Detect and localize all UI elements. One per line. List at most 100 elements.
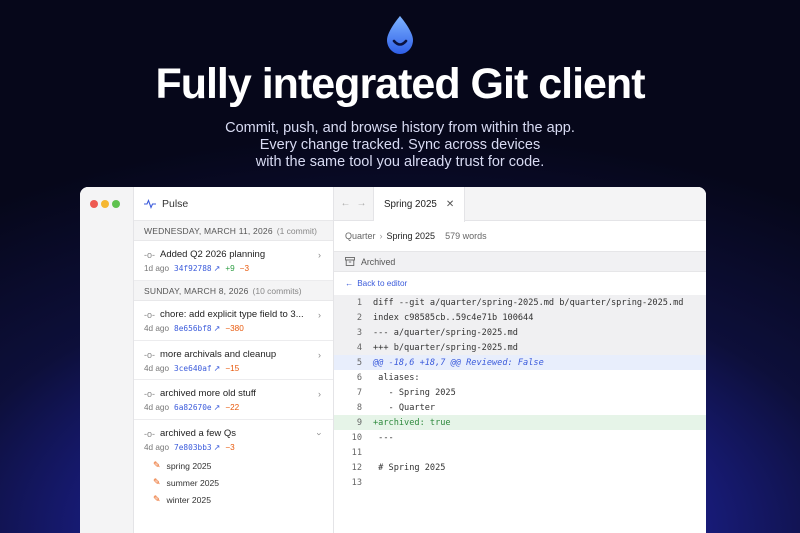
archive-icon (345, 257, 355, 266)
group-date: SUNDAY, MARCH 8, 2026 (144, 285, 249, 296)
commit-title: Added Q2 2026 planning (160, 249, 266, 260)
diff-line: 5 @@ -18,6 +18,7 @@ Reviewed: False (334, 355, 706, 370)
back-label: Back to editor (357, 278, 408, 288)
line-number: 1 (356, 297, 362, 308)
tab-label: Spring 2025 (384, 199, 437, 210)
diff-line: 4 +++ b/quarter/spring-2025.md (334, 340, 706, 355)
editor-pane: ← → Spring 2025 ✕ Quarter › Spring 2025 … (334, 187, 706, 533)
maximize-window-button[interactable] (112, 200, 120, 208)
lines-added: +9 (225, 264, 235, 273)
forward-arrow-icon[interactable]: → (357, 198, 367, 209)
line-number: 3 (356, 327, 362, 338)
commit-age: 4d ago (144, 364, 170, 373)
pane-title: Pulse (162, 197, 189, 210)
line-text: --- a/quarter/spring-2025.md (373, 327, 518, 338)
diff-line: 12 # Spring 2025 (334, 460, 706, 475)
diff-line: 7 - Spring 2025 (334, 385, 706, 400)
commit-title: chore: add explicit type field to 3... (160, 309, 304, 320)
tab-spring-2025[interactable]: Spring 2025 ✕ (374, 187, 466, 222)
diff-line: 11 (334, 445, 706, 460)
external-link-icon[interactable]: ↗ (214, 364, 221, 373)
line-number: 9 (356, 417, 362, 428)
line-text: +++ b/quarter/spring-2025.md (373, 342, 518, 353)
commit-icon: -o- (144, 428, 155, 439)
commit-row-expanded[interactable]: -o-archived a few Qs 4d ago 7e803bb3 ↗ −… (134, 420, 333, 514)
back-to-editor-link[interactable]: ← Back to editor (334, 274, 706, 292)
line-text: aliases: (373, 372, 420, 383)
word-count: 579 words (445, 231, 487, 241)
line-text: +archived: true (373, 417, 451, 428)
breadcrumb-current: Spring 2025 (386, 231, 436, 241)
line-number: 2 (356, 312, 362, 323)
commit-hash-link[interactable]: 34f92788 (174, 264, 212, 273)
file-name: winter 2025 (166, 494, 211, 505)
line-text: - Spring 2025 (373, 387, 456, 398)
group-count: (1 commit) (276, 225, 317, 236)
changed-file-item[interactable]: ✎ winter 2025 (144, 491, 323, 508)
chevron-right-icon[interactable]: › (318, 310, 321, 320)
external-link-icon[interactable]: ↗ (214, 403, 221, 412)
commit-icon: -o- (144, 249, 155, 260)
commit-title: archived a few Qs (160, 428, 237, 439)
lines-removed: −3 (239, 264, 249, 273)
diff-line: 9 +archived: true (334, 415, 706, 430)
pencil-icon: ✎ (153, 477, 161, 487)
line-number: 7 (356, 387, 362, 398)
chevron-right-icon[interactable]: › (318, 389, 321, 399)
water-drop-icon (387, 16, 413, 54)
lines-removed: −380 (225, 324, 244, 333)
lines-removed: −3 (225, 443, 235, 452)
back-arrow-icon[interactable]: ← (341, 198, 351, 209)
headline: Fully integrated Git client (155, 60, 645, 108)
commit-icon: -o- (144, 309, 155, 320)
changed-file-item[interactable]: ✎ summer 2025 (144, 474, 323, 491)
diff-line: 10 --- (334, 430, 706, 445)
archived-banner: Archived (334, 251, 706, 272)
chevron-right-icon[interactable]: › (318, 250, 321, 260)
line-number: 4 (356, 342, 362, 353)
line-number: 8 (356, 402, 362, 413)
line-number: 13 (351, 477, 362, 488)
commit-hash-link[interactable]: 6a82670e (174, 403, 212, 412)
commit-age: 4d ago (144, 324, 170, 333)
commit-hash-link[interactable]: 7e803bb3 (174, 443, 212, 452)
diff-view: 1 diff --git a/quarter/spring-2025.md b/q… (334, 295, 706, 490)
commit-history-pane: Pulse WEDNESDAY, MARCH 11, 2026 (1 commi… (134, 187, 334, 533)
minimize-window-button[interactable] (101, 200, 109, 208)
changed-file-item[interactable]: ✎ spring 2025 (144, 457, 323, 474)
line-text: --- (373, 432, 394, 443)
commit-hash-link[interactable]: 3ce640af (174, 364, 212, 373)
line-number: 6 (356, 372, 362, 383)
close-window-button[interactable] (90, 200, 98, 208)
lines-removed: −22 (225, 403, 240, 412)
external-link-icon[interactable]: ↗ (214, 443, 221, 452)
commit-hash-link[interactable]: 8e656bf8 (174, 324, 212, 333)
group-date: WEDNESDAY, MARCH 11, 2026 (144, 225, 273, 236)
date-group-header: SUNDAY, MARCH 8, 2026 (10 commits) (134, 281, 333, 301)
breadcrumb-parent[interactable]: Quarter (345, 231, 376, 241)
close-tab-icon[interactable]: ✕ (446, 199, 454, 210)
lines-removed: −15 (225, 364, 240, 373)
pencil-icon: ✎ (153, 460, 161, 470)
line-number: 5 (356, 357, 362, 368)
commit-row[interactable]: -o-archived more old stuff 4d ago 6a8267… (134, 380, 333, 420)
commit-row[interactable]: -o- Added Q2 2026 planning 1d ago 34f9278… (134, 241, 333, 281)
chevron-right-icon[interactable]: › (318, 350, 321, 360)
line-number: 10 (351, 432, 362, 443)
commit-row[interactable]: -o-chore: add explicit type field to 3..… (134, 301, 333, 341)
diff-line: 6 aliases: (334, 370, 706, 385)
diff-line: 13 (334, 475, 706, 490)
chevron-down-icon[interactable]: › (315, 433, 325, 436)
commit-age: 4d ago (144, 403, 170, 412)
pane-header: Pulse (134, 187, 333, 221)
history-nav: ← → (334, 187, 374, 220)
commit-age: 1d ago (144, 264, 170, 273)
external-link-icon[interactable]: ↗ (214, 264, 221, 273)
activity-icon (144, 198, 156, 209)
group-count: (10 commits) (252, 285, 302, 296)
external-link-icon[interactable]: ↗ (214, 324, 221, 333)
line-text: @@ -18,6 +18,7 @@ Reviewed: False (373, 357, 544, 368)
tab-bar: ← → Spring 2025 ✕ (334, 187, 706, 222)
commit-row[interactable]: -o-more archivals and cleanup 4d ago 3ce… (134, 341, 333, 380)
file-name: spring 2025 (166, 460, 212, 471)
